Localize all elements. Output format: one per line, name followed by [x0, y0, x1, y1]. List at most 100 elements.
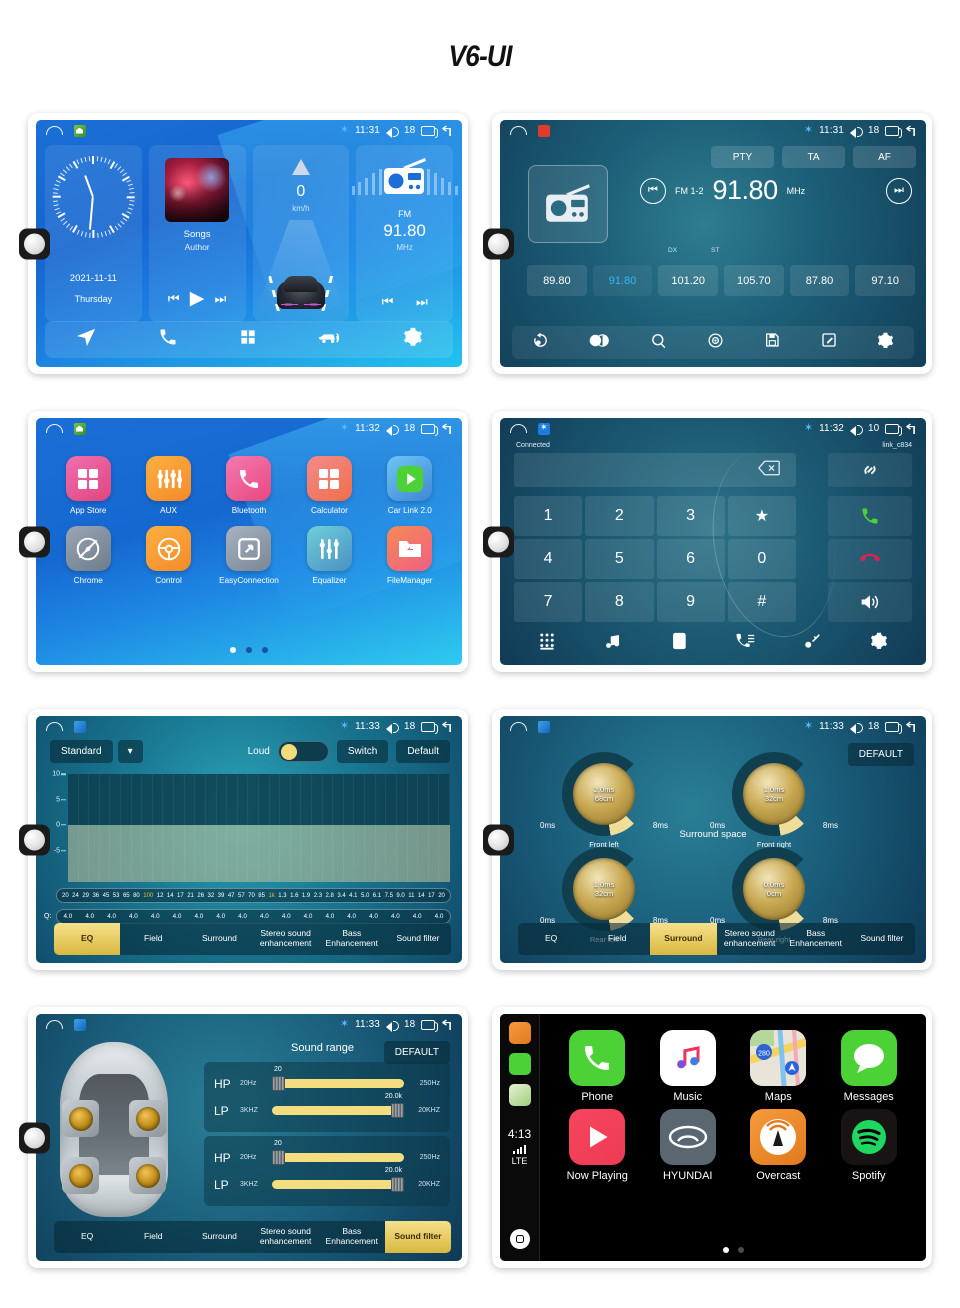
radio-next-icon[interactable]: ⏭ — [416, 295, 428, 308]
app-item-chrome[interactable]: Chrome — [48, 526, 128, 585]
apps-grid-icon[interactable] — [238, 327, 258, 352]
recents-icon[interactable] — [421, 125, 439, 138]
tab-bass-enhancement[interactable]: Bass Enhancement — [319, 923, 385, 955]
tab-stereo-sound-enhancement[interactable]: Stereo sound enhancement — [253, 1221, 319, 1253]
preset-select[interactable]: Standard — [50, 740, 113, 763]
home-icon[interactable] — [510, 424, 527, 433]
dial-number-input[interactable] — [514, 453, 796, 487]
music-note-icon[interactable] — [604, 632, 622, 655]
tab-field[interactable]: Field — [120, 1221, 186, 1253]
key-hash[interactable]: # — [727, 582, 796, 622]
link-icon[interactable] — [828, 453, 912, 487]
recents-icon[interactable] — [885, 423, 903, 436]
af-button[interactable]: AF — [853, 146, 916, 168]
key-7[interactable]: 7 — [514, 582, 583, 622]
carplay-app-now-playing[interactable]: Now Playing — [552, 1109, 643, 1182]
carplay-home-button[interactable] — [509, 1229, 530, 1249]
carplay-app-maps[interactable]: 280 Maps — [733, 1030, 824, 1103]
preset-button[interactable]: 91.80 — [592, 265, 653, 296]
tab-stereo-sound-enhancement[interactable]: Stereo sound enhancement — [253, 923, 319, 955]
call-button[interactable] — [828, 496, 912, 536]
rotary-knob[interactable] — [19, 228, 50, 259]
home-icon[interactable] — [510, 722, 527, 731]
frequency-band-strip[interactable]: 20 24 29 36 45 53 65 80 100 12 14 17 21 … — [56, 888, 451, 903]
tab-sound-filter[interactable]: Sound filter — [849, 923, 915, 955]
navigation-widget[interactable]: 0 km/h — [252, 145, 350, 322]
q-value-strip[interactable]: 4.0 4.0 4.0 4.0 4.0 4.0 4.0 4.0 4.0 4.0 … — [56, 909, 451, 924]
navigation-icon[interactable] — [75, 326, 97, 353]
hangup-button[interactable] — [828, 539, 912, 579]
band-switch-icon[interactable] — [532, 332, 549, 354]
edit-icon[interactable] — [821, 332, 837, 353]
carplay-app-hyundai[interactable]: HYUNDAI — [643, 1109, 734, 1182]
rotary-knob[interactable] — [19, 526, 50, 557]
home-icon[interactable] — [510, 126, 527, 135]
tab-surround[interactable]: Surround — [186, 1221, 252, 1253]
page-dot[interactable] — [262, 647, 268, 653]
loud-toggle[interactable] — [277, 741, 329, 762]
recents-icon[interactable] — [421, 423, 439, 436]
app-item-control[interactable]: Control — [128, 526, 208, 585]
preset-button[interactable]: 105.70 — [724, 265, 784, 296]
filter-slider[interactable]: 20.0k — [272, 1167, 404, 1192]
tab-eq[interactable]: EQ — [54, 1221, 120, 1253]
key-star[interactable]: ★ — [727, 496, 796, 536]
music-widget[interactable]: Songs Author ⏮ ▶ ⏭ — [148, 145, 246, 322]
home-icon[interactable] — [46, 1020, 63, 1029]
filter-slider[interactable]: 20 — [272, 1066, 404, 1091]
back-icon[interactable]: ↰ — [903, 720, 919, 734]
backspace-icon[interactable] — [758, 460, 780, 481]
play-icon[interactable]: ▶ — [190, 289, 205, 308]
connect-icon[interactable] — [803, 632, 821, 655]
contacts-icon[interactable] — [671, 632, 687, 655]
default-button[interactable]: Default — [396, 740, 450, 763]
rotary-knob[interactable] — [19, 1122, 50, 1153]
app-item-filemanager[interactable]: FileManager — [370, 526, 450, 585]
tab-field[interactable]: Field — [120, 923, 186, 955]
rotary-knob[interactable] — [483, 824, 514, 855]
key-8[interactable]: 8 — [585, 582, 654, 622]
settings-gear-icon[interactable] — [403, 327, 423, 352]
radio-source-tile[interactable] — [528, 165, 608, 243]
key-4[interactable]: 4 — [514, 539, 583, 579]
knob-rear-left[interactable]: 1.0ms 32cm 0ms 8ms Rear left — [540, 847, 668, 944]
knob-front-right[interactable]: 1.0ms 32cm 0ms 8ms Front right — [710, 752, 838, 849]
overcast-icon[interactable] — [508, 1022, 531, 1044]
home-icon[interactable] — [46, 126, 63, 135]
phone-icon[interactable] — [158, 327, 178, 352]
stereo-mono-icon[interactable] — [589, 333, 610, 353]
save-icon[interactable] — [764, 332, 780, 353]
app-item-equalizer[interactable]: Equalizer — [289, 526, 369, 585]
app-item-app-store[interactable]: App Store — [48, 456, 128, 515]
tab-eq[interactable]: EQ — [54, 923, 121, 955]
back-icon[interactable]: ↰ — [903, 124, 919, 138]
filter-slider[interactable]: 20.0k — [272, 1093, 404, 1118]
message-bubble-icon[interactable] — [508, 1053, 531, 1075]
app-shortcut-icon[interactable] — [74, 422, 86, 435]
preset-button[interactable]: 97.10 — [855, 265, 916, 296]
tab-surround[interactable]: Surround — [650, 923, 717, 955]
app-shortcut-icon[interactable] — [74, 1018, 86, 1031]
back-icon[interactable]: ↰ — [903, 422, 919, 436]
home-icon[interactable] — [46, 424, 63, 433]
prev-track-icon[interactable]: ⏮ — [168, 292, 180, 305]
tab-surround[interactable]: Surround — [186, 923, 252, 955]
tab-bass-enhancement[interactable]: Bass Enhancement — [319, 1221, 385, 1253]
tab-sound-filter[interactable]: Sound filter — [385, 923, 451, 955]
app-item-car-link[interactable]: Car Link 2.0 — [370, 456, 450, 515]
page-dot[interactable] — [246, 647, 252, 653]
key-1[interactable]: 1 — [514, 496, 583, 536]
seek-down-button[interactable]: ⏮ — [640, 177, 666, 204]
ta-button[interactable]: TA — [782, 146, 845, 168]
call-history-icon[interactable] — [735, 632, 755, 655]
recents-icon[interactable] — [421, 1019, 439, 1032]
key-3[interactable]: 3 — [656, 496, 725, 536]
key-2[interactable]: 2 — [585, 496, 654, 536]
search-icon[interactable] — [650, 332, 667, 354]
radio-prev-icon[interactable]: ⏮ — [382, 295, 394, 308]
settings-gear-icon[interactable] — [877, 332, 894, 354]
app-shortcut-icon[interactable] — [538, 124, 550, 137]
clock-widget[interactable]: 2021-11-11 Thursday — [45, 145, 142, 322]
carplay-app-phone[interactable]: Phone — [552, 1030, 643, 1103]
home-icon[interactable] — [46, 722, 63, 731]
